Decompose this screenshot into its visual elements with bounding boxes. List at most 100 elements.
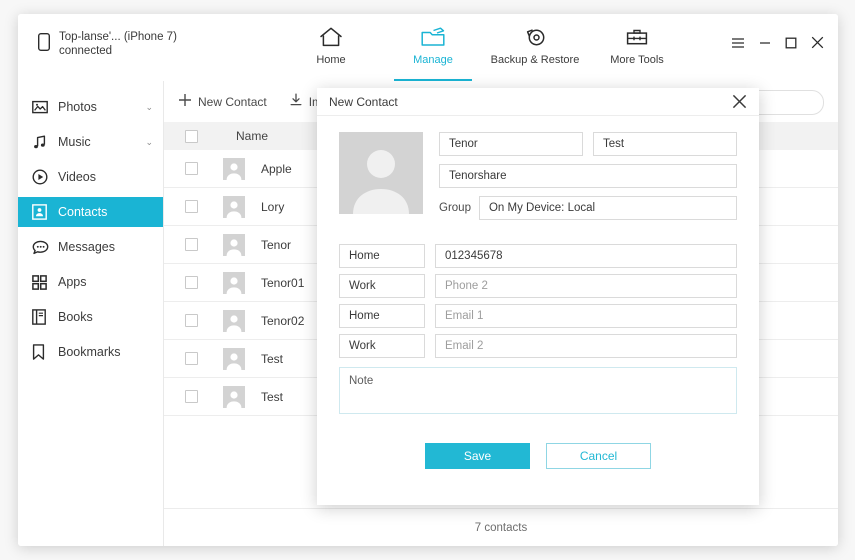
nav-item-backup-restore[interactable]: Backup & Restore [484, 14, 586, 81]
row-checkbox[interactable] [185, 238, 198, 251]
photo-icon [32, 100, 54, 114]
dialog-actions: Save Cancel [339, 443, 737, 469]
nav-item-manage[interactable]: Manage [382, 14, 484, 81]
phone-icon [37, 32, 51, 56]
detail-row: Work Phone 2 [339, 274, 737, 298]
toolbox-icon [625, 24, 649, 50]
status-bar: 7 contacts [164, 508, 838, 546]
nav-label-more-tools: More Tools [610, 54, 664, 66]
email-1-value-field[interactable]: Email 1 [435, 304, 737, 328]
sidebar-item-photos[interactable]: Photos ⌄ [18, 92, 163, 122]
phone-1-label-field[interactable]: Home [339, 244, 425, 268]
sidebar-item-videos[interactable]: Videos [18, 162, 163, 192]
row-checkbox[interactable] [185, 276, 198, 289]
sidebar-item-books[interactable]: Books [18, 302, 163, 332]
first-name-field[interactable]: Tenor [439, 132, 583, 156]
video-icon [32, 169, 54, 185]
contact-name: Tenor [261, 237, 292, 252]
email-1-label-field[interactable]: Home [339, 304, 425, 328]
sidebar-item-messages[interactable]: Messages [18, 232, 163, 262]
new-contact-button[interactable]: New Contact [178, 93, 267, 110]
plus-icon [178, 93, 192, 110]
column-header-name: Name [236, 129, 269, 143]
contacts-count: 7 contacts [474, 521, 528, 534]
contact-name: Test [261, 351, 284, 366]
avatar-placeholder-icon[interactable] [339, 132, 423, 214]
sidebar-label-videos: Videos [58, 170, 96, 184]
sidebar-item-apps[interactable]: Apps [18, 267, 163, 297]
sidebar-label-bookmarks: Bookmarks [58, 345, 121, 359]
sidebar-item-contacts[interactable]: Contacts [18, 197, 163, 227]
home-icon [319, 24, 343, 50]
cancel-button[interactable]: Cancel [546, 443, 651, 469]
music-icon [32, 135, 54, 150]
nav-item-more-tools[interactable]: More Tools [586, 14, 688, 81]
sidebar-label-music: Music [58, 135, 91, 149]
dialog-title: New Contact [329, 94, 398, 109]
note-textarea[interactable]: Note [339, 367, 737, 414]
contact-name: Tenor02 [261, 313, 305, 328]
nav-label-home: Home [316, 54, 346, 66]
contact-name: Test [261, 389, 284, 404]
sidebar-label-messages: Messages [58, 240, 115, 254]
sidebar-label-apps: Apps [58, 275, 87, 289]
sidebar: Photos ⌄ Music ⌄ Videos Contacts Message… [18, 81, 164, 546]
avatar [223, 233, 245, 256]
contact-name: Apple [261, 161, 292, 176]
maximize-button[interactable] [785, 37, 797, 49]
avatar [223, 271, 245, 294]
menu-button[interactable] [731, 37, 745, 49]
group-select[interactable]: On My Device: Local [478, 196, 737, 220]
group-label: Group [439, 202, 471, 214]
book-icon [32, 309, 54, 325]
window-controls [731, 36, 824, 49]
phone-2-value-field[interactable]: Phone 2 [435, 274, 737, 298]
new-contact-label: New Contact [198, 94, 267, 109]
email-2-value-field[interactable]: Email 2 [435, 334, 737, 358]
row-checkbox[interactable] [185, 390, 198, 403]
main-navigation: Home Manage Backup & Restore More Tools [280, 14, 688, 81]
identity-section: Tenor Test Tenorshare Group On My Device… [339, 132, 737, 220]
close-button[interactable] [811, 36, 824, 49]
email-2-label-field[interactable]: Work [339, 334, 425, 358]
detail-row: Work Email 2 [339, 334, 737, 358]
device-status: Top-lanse'... (iPhone 7) connected [37, 30, 177, 58]
dialog-header: New Contact [317, 88, 759, 116]
nav-label-backup-restore: Backup & Restore [490, 54, 580, 66]
device-name: Top-lanse'... (iPhone 7) [59, 31, 177, 43]
folder-icon [420, 24, 446, 50]
sidebar-label-contacts: Contacts [58, 205, 108, 219]
minimize-button[interactable] [759, 37, 771, 49]
contacts-icon [32, 204, 54, 220]
avatar [223, 347, 245, 370]
sidebar-item-bookmarks[interactable]: Bookmarks [18, 337, 163, 367]
phone-2-label-field[interactable]: Work [339, 274, 425, 298]
chevron-down-icon: ⌄ [145, 101, 153, 112]
device-connection-status: connected [59, 45, 113, 57]
sidebar-item-music[interactable]: Music ⌄ [18, 127, 163, 157]
row-checkbox[interactable] [185, 352, 198, 365]
row-checkbox[interactable] [185, 162, 198, 175]
nav-item-home[interactable]: Home [280, 14, 382, 81]
nav-label-manage: Manage [413, 54, 453, 66]
phone-1-value-field[interactable]: 012345678 [435, 244, 737, 268]
avatar [223, 157, 245, 180]
title-bar: Top-lanse'... (iPhone 7) connected Home [18, 14, 838, 82]
download-icon [289, 93, 303, 110]
save-button[interactable]: Save [425, 443, 530, 469]
select-all-checkbox[interactable] [185, 129, 198, 143]
close-icon[interactable] [732, 94, 747, 109]
row-checkbox[interactable] [185, 314, 198, 327]
restore-icon [523, 24, 547, 50]
last-name-field[interactable]: Test [593, 132, 737, 156]
company-field[interactable]: Tenorshare [439, 164, 737, 188]
new-contact-dialog: New Contact Tenor Test Tenorshare Group … [317, 88, 759, 505]
row-checkbox[interactable] [185, 200, 198, 213]
dialog-body: Tenor Test Tenorshare Group On My Device… [317, 116, 759, 469]
avatar [223, 195, 245, 218]
detail-row: Home 012345678 [339, 244, 737, 268]
sidebar-label-books: Books [58, 310, 93, 324]
contact-detail-rows: Home 012345678 Work Phone 2 Home Email 1… [339, 244, 737, 358]
detail-row: Home Email 1 [339, 304, 737, 328]
apps-icon [32, 274, 54, 290]
